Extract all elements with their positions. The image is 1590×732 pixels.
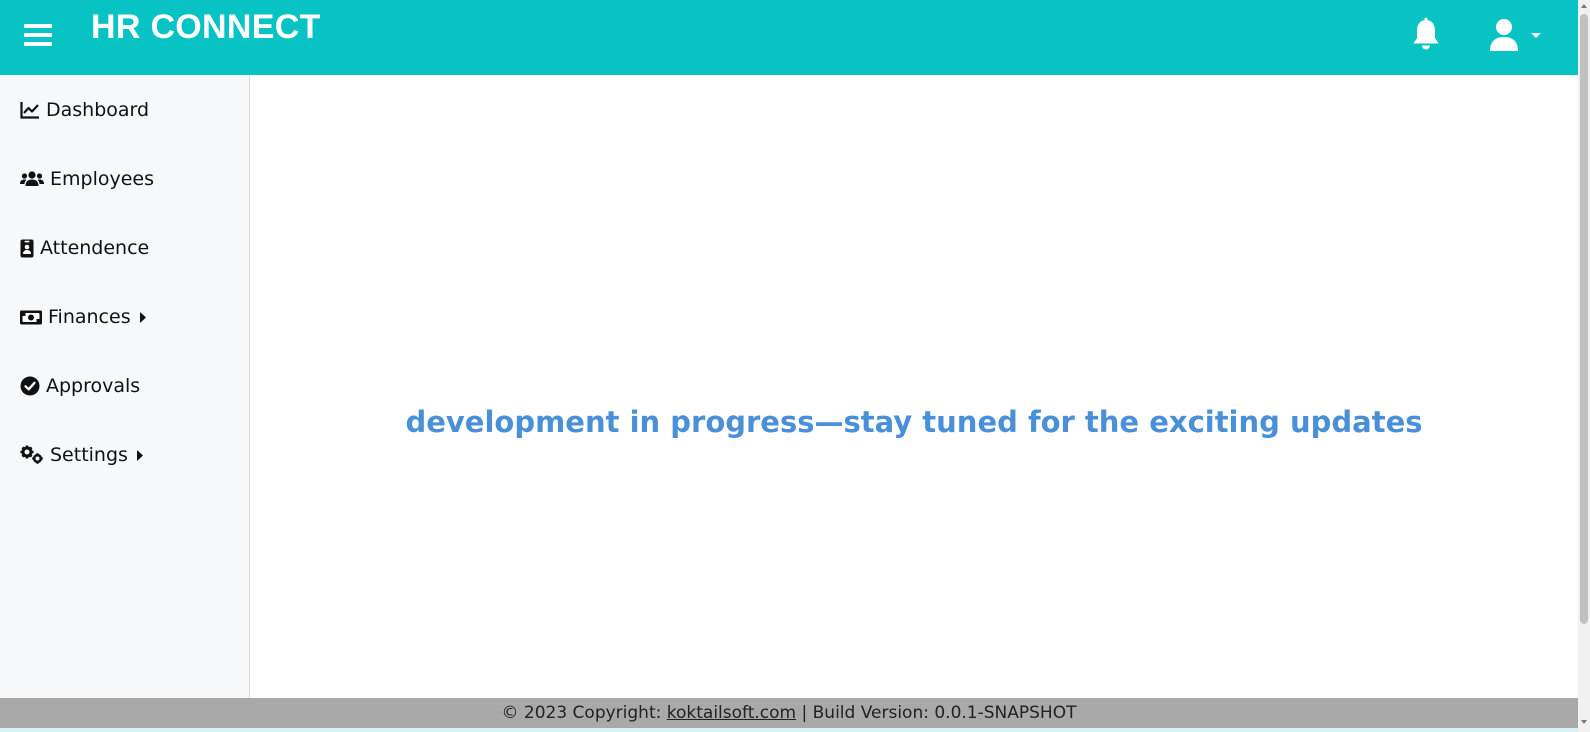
sidebar-item-label: Settings bbox=[50, 444, 128, 466]
sidebar-item-label: Dashboard bbox=[46, 99, 150, 121]
chart-line-icon bbox=[20, 102, 39, 119]
app-brand[interactable]: HR CONNECT bbox=[91, 8, 321, 47]
top-navbar: HR CONNECT bbox=[0, 0, 1578, 75]
sidebar-item-label: Approvals bbox=[46, 375, 141, 397]
sidebar-item-approvals[interactable]: Approvals bbox=[20, 371, 140, 401]
scrollbar-thumb[interactable] bbox=[1580, 14, 1588, 624]
footer-link[interactable]: koktailsoft.com bbox=[667, 703, 796, 723]
users-icon bbox=[20, 171, 44, 186]
user-icon[interactable] bbox=[1488, 17, 1548, 53]
sidebar-item-settings[interactable]: Settings bbox=[20, 440, 144, 470]
sidebar-item-label: Employees bbox=[50, 168, 154, 190]
footer-build-version: | Build Version: 0.0.1-SNAPSHOT bbox=[796, 703, 1077, 723]
scroll-down-arrow-icon[interactable] bbox=[1578, 716, 1590, 728]
sidebar-item-employees[interactable]: Employees bbox=[20, 164, 154, 194]
sidebar-item-attendence[interactable]: Attendence bbox=[20, 233, 149, 263]
scroll-up-arrow-icon[interactable] bbox=[1578, 0, 1590, 12]
vertical-scrollbar[interactable] bbox=[1578, 0, 1590, 732]
sidebar-item-dashboard[interactable]: Dashboard bbox=[20, 95, 149, 125]
sidebar-item-finances[interactable]: Finances bbox=[20, 302, 147, 332]
caret-right-icon bbox=[136, 449, 143, 461]
caret-right-icon bbox=[139, 311, 146, 323]
chevron-down-icon bbox=[1531, 33, 1541, 38]
sidebar-item-label: Attendence bbox=[40, 237, 150, 259]
sidebar-item-label: Finances bbox=[48, 306, 131, 328]
development-message: development in progress—stay tuned for t… bbox=[405, 405, 1423, 439]
bell-icon[interactable] bbox=[1410, 17, 1442, 53]
footer: © 2023 Copyright: koktailsoft.com | Buil… bbox=[0, 698, 1578, 728]
main-content: development in progress—stay tuned for t… bbox=[250, 75, 1578, 698]
hamburger-menu-icon[interactable] bbox=[24, 22, 52, 46]
id-badge-icon bbox=[20, 239, 34, 258]
check-circle-icon bbox=[20, 376, 40, 396]
footer-copyright: © 2023 Copyright: bbox=[501, 703, 667, 723]
sidebar: Dashboard Employees Attendence Finances … bbox=[0, 75, 250, 698]
money-bill-icon bbox=[20, 310, 42, 324]
bottom-strip bbox=[0, 728, 1590, 732]
gears-icon bbox=[20, 445, 43, 464]
